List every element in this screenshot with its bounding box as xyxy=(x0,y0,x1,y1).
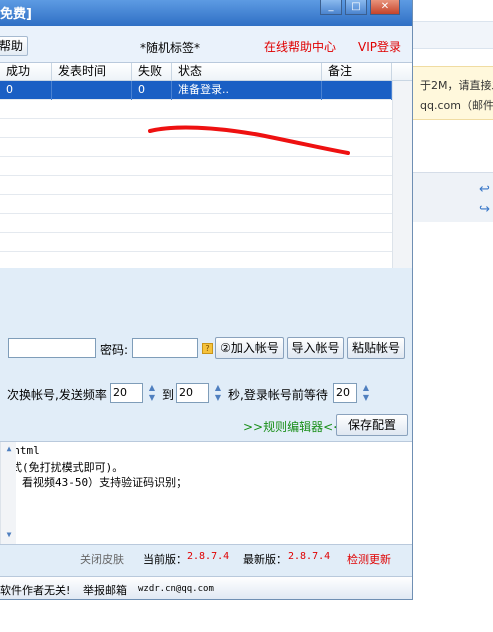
login-wait-input[interactable]: 20 xyxy=(333,383,357,403)
frequency-min-stepper[interactable]: ▲ ▼ xyxy=(146,383,158,403)
login-wait-stepper[interactable]: ▲ ▼ xyxy=(360,383,372,403)
minimize-button[interactable]: _ xyxy=(320,0,342,15)
title-bar[interactable]: 免费] _ □ ✕ xyxy=(0,0,412,26)
task-grid: 成功 发表时间 失败 状态 备注 0 0 准备登录.. xyxy=(0,62,412,268)
reply-icon[interactable]: ↩ xyxy=(479,183,493,197)
switch-frequency-label: 次换帐号,发送频率 xyxy=(7,388,107,402)
scroll-down-icon[interactable]: ▼ xyxy=(3,530,15,542)
paste-account-button[interactable]: 粘贴帐号 xyxy=(347,337,405,359)
password-input[interactable] xyxy=(132,338,198,358)
vip-login-link[interactable]: VIP登录 xyxy=(358,38,401,55)
report-email-label: 举报邮箱 xyxy=(83,584,127,597)
background-notice-line2: qq.com（邮件注 xyxy=(420,99,493,112)
forward-icon[interactable]: ↪ xyxy=(479,203,493,217)
check-update-link[interactable]: 检测更新 xyxy=(347,551,391,567)
background-web-page: 于2M，请直接发 qq.com（邮件注 ↩ ↪ xyxy=(413,0,493,632)
add-account-button[interactable]: ②加入帐号 xyxy=(215,337,284,359)
login-wait-label: 秒,登录帐号前等待 xyxy=(228,388,328,402)
screen: 于2M，请直接发 qq.com（邮件注 ↩ ↪ 免费] _ □ ✕ 帮助 *随机… xyxy=(0,0,493,632)
toolbar: 帮助 *随机标签* 在线帮助中心 VIP登录 xyxy=(0,26,412,62)
current-version-label: 当前版： xyxy=(143,553,187,566)
background-header-strip xyxy=(413,21,493,49)
report-email-value[interactable]: wzdr.cn@qq.com xyxy=(138,584,214,594)
log-scrollbar[interactable]: ▲ ▼ xyxy=(0,442,16,544)
frequency-max-input[interactable]: 20 xyxy=(176,383,209,403)
disclaimer-text: 软件作者无关! xyxy=(0,584,71,597)
close-button[interactable]: ✕ xyxy=(370,0,400,15)
latest-version-value: 2.8.7.4 xyxy=(288,551,331,562)
online-help-link[interactable]: 在线帮助中心 xyxy=(264,38,336,55)
rule-editor-link[interactable]: >>规则编辑器<< xyxy=(243,418,343,435)
password-label: 密码: xyxy=(100,343,129,357)
red-annotation-stroke xyxy=(148,125,350,155)
current-version-value: 2.8.7.4 xyxy=(187,551,230,562)
close-skin-link[interactable]: 关闭皮肤 xyxy=(80,551,124,567)
background-notice-box: 于2M，请直接发 qq.com（邮件注 xyxy=(413,66,493,120)
log-output[interactable]: 4.html 模式(免打扰模式即可)。 会，看视频43-50）支持验证码识别； … xyxy=(0,441,412,545)
footer-bar: 软件作者无关! 举报邮箱 wzdr.cn@qq.com xyxy=(0,576,412,599)
latest-version-label: 最新版： xyxy=(243,553,287,566)
account-input[interactable] xyxy=(8,338,96,358)
log-line: 会，看视频43-50）支持验证码识别； xyxy=(0,476,188,489)
scroll-up-icon[interactable]: ▲ xyxy=(3,444,15,456)
frequency-max-stepper[interactable]: ▲ ▼ xyxy=(212,383,224,403)
window-title: 免费] xyxy=(0,7,32,22)
log-line: 模式(免打扰模式即可)。 xyxy=(0,461,124,474)
app-window: 免费] _ □ ✕ 帮助 *随机标签* 在线帮助中心 VIP登录 成功 发表时间… xyxy=(0,0,413,600)
import-account-button[interactable]: 导入帐号 xyxy=(287,337,344,359)
background-notice-line1: 于2M，请直接发 xyxy=(420,79,493,92)
frequency-min-input[interactable]: 20 xyxy=(110,383,143,403)
background-reply-strip: ↩ ↪ xyxy=(413,172,493,222)
to-label: 到 xyxy=(162,388,175,402)
save-config-button[interactable]: 保存配置 xyxy=(336,414,408,436)
help-button[interactable]: 帮助 xyxy=(0,36,28,56)
maximize-button[interactable]: □ xyxy=(345,0,367,15)
help-icon[interactable]: ? xyxy=(202,343,213,354)
random-tag-label[interactable]: *随机标签* xyxy=(140,39,200,56)
